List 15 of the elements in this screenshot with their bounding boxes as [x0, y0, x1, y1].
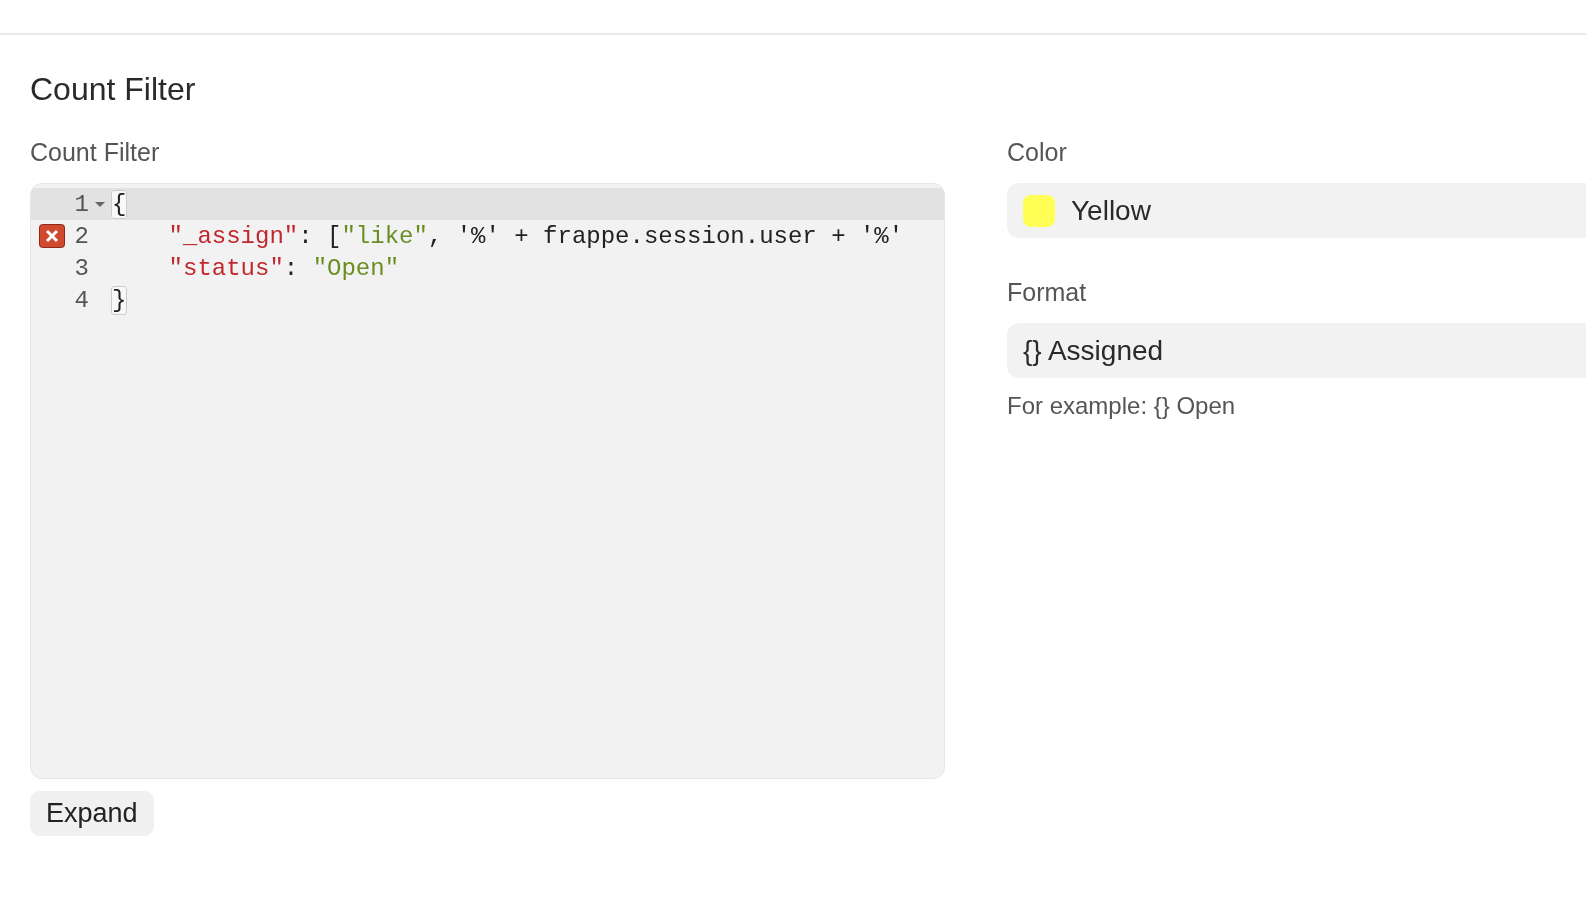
code-line: "status": "Open"	[167, 254, 400, 282]
line-number: 3	[73, 254, 89, 282]
expand-button[interactable]: Expand	[30, 791, 154, 836]
field-label: Format	[1007, 278, 1088, 307]
code-line: "_assign": ["like", '%' + frappe.session.user + '%'	[167, 222, 904, 250]
line-number: 1	[73, 190, 89, 218]
color-select[interactable]: Yellow	[1007, 183, 1586, 238]
field-label: Count Filter	[30, 138, 161, 167]
line-number: 4	[73, 286, 89, 314]
format-field[interactable]: {} Assigned	[1007, 323, 1586, 378]
field-label: Color	[1007, 138, 1068, 167]
section-title: Count Filter	[30, 71, 197, 108]
code-editor[interactable]: 1 { 2 "_assign": ["like", '%' + frappe.session.user + '%' 3 "status": "Open" 4 }	[30, 183, 945, 779]
line-number: 2	[73, 222, 89, 250]
field-hint: For example: {} Open	[1007, 392, 1237, 420]
